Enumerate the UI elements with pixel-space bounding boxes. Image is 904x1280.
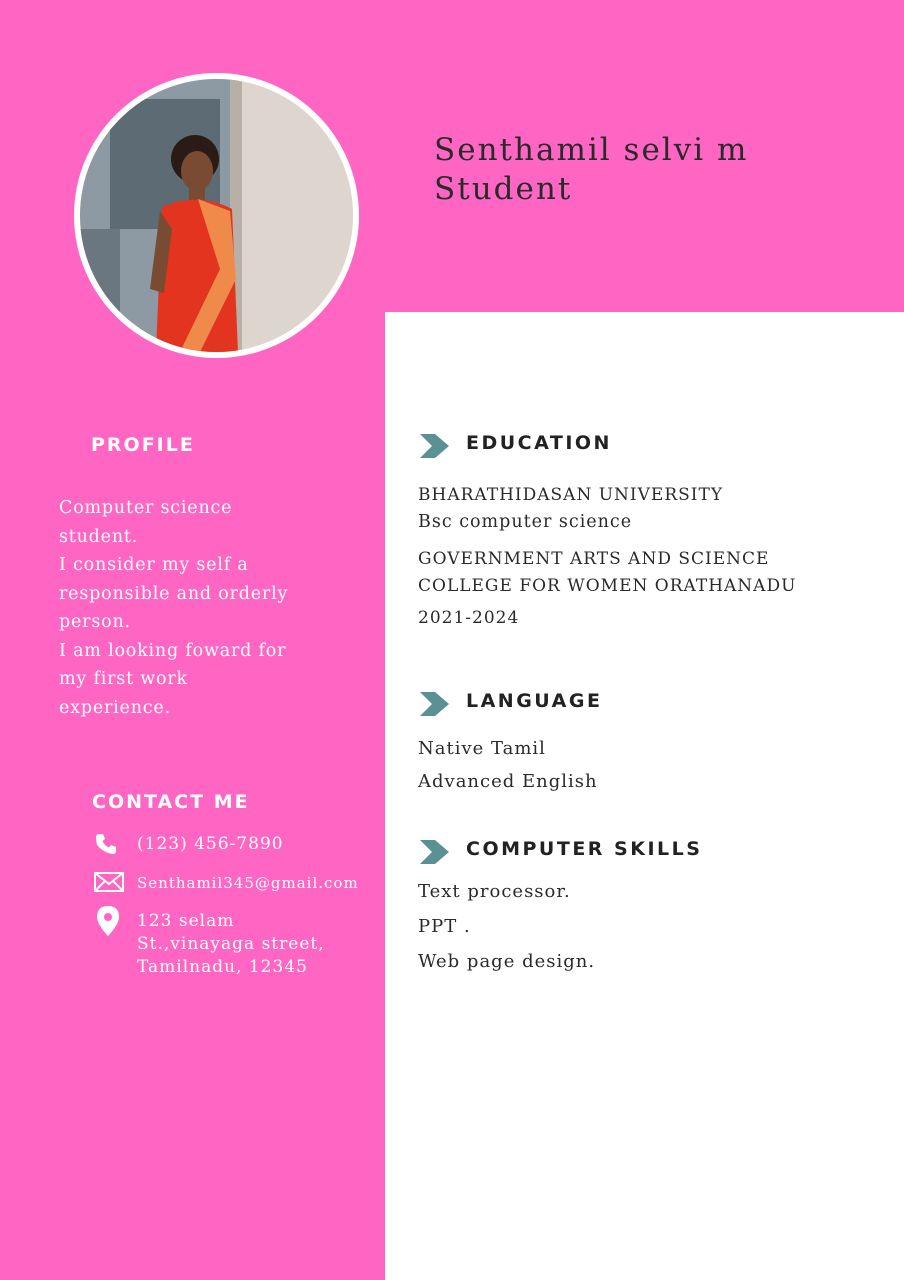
location-pin-icon: [97, 906, 119, 940]
profile-line: responsible and orderly: [59, 583, 289, 604]
person-name: Senthamil selvi m: [434, 132, 749, 168]
college-name-line1: GOVERNMENT ARTS AND SCIENCE: [418, 549, 770, 569]
header-title: Senthamil selvi m Student: [434, 131, 748, 209]
college-name-line2: COLLEGE FOR WOMEN ORATHANADU: [418, 576, 797, 596]
profile-line: I am looking foward for: [59, 640, 287, 661]
language-item: Advanced English: [418, 771, 598, 792]
profile-line: I consider my self a: [59, 555, 249, 575]
education-years: 2021-2024: [418, 608, 520, 628]
language-heading: LANGUAGE: [466, 690, 603, 712]
address-line: 123 selam: [137, 911, 235, 931]
skill-item: PPT .: [418, 916, 471, 937]
chevron-right-icon: [420, 434, 450, 462]
profile-line: person.: [59, 612, 131, 632]
profile-summary: Computer science student. I consider my …: [59, 494, 319, 722]
education-heading: EDUCATION: [466, 432, 612, 454]
mail-icon: [94, 872, 124, 896]
profile-photo: [80, 79, 353, 352]
skills-heading: COMPUTER SKILLS: [466, 838, 703, 860]
chevron-right-icon: [420, 840, 450, 868]
person-role: Student: [434, 171, 573, 207]
address-line: St.,vinayaga street,: [137, 934, 325, 954]
profile-line: my first work: [59, 669, 188, 689]
phone-number[interactable]: (123) 456-7890: [137, 833, 284, 856]
address-line: Tamilnadu, 12345: [137, 957, 308, 977]
university-name: BHARATHIDASAN UNIVERSITY: [418, 485, 724, 505]
profile-photo-frame: [74, 73, 359, 358]
degree: Bsc computer science: [418, 512, 633, 532]
profile-line: student.: [59, 526, 139, 547]
contact-heading: CONTACT ME: [92, 791, 250, 813]
phone-icon: [94, 832, 118, 860]
skill-item: Text processor.: [418, 881, 571, 902]
profile-heading: PROFILE: [91, 434, 195, 456]
language-item: Native Tamil: [418, 738, 546, 759]
chevron-right-icon: [420, 692, 450, 720]
profile-line: experience.: [59, 697, 171, 718]
email-address[interactable]: Senthamil345@gmail.com: [137, 872, 359, 895]
skill-item: Web page design.: [418, 951, 596, 972]
profile-line: Computer science: [59, 498, 233, 518]
